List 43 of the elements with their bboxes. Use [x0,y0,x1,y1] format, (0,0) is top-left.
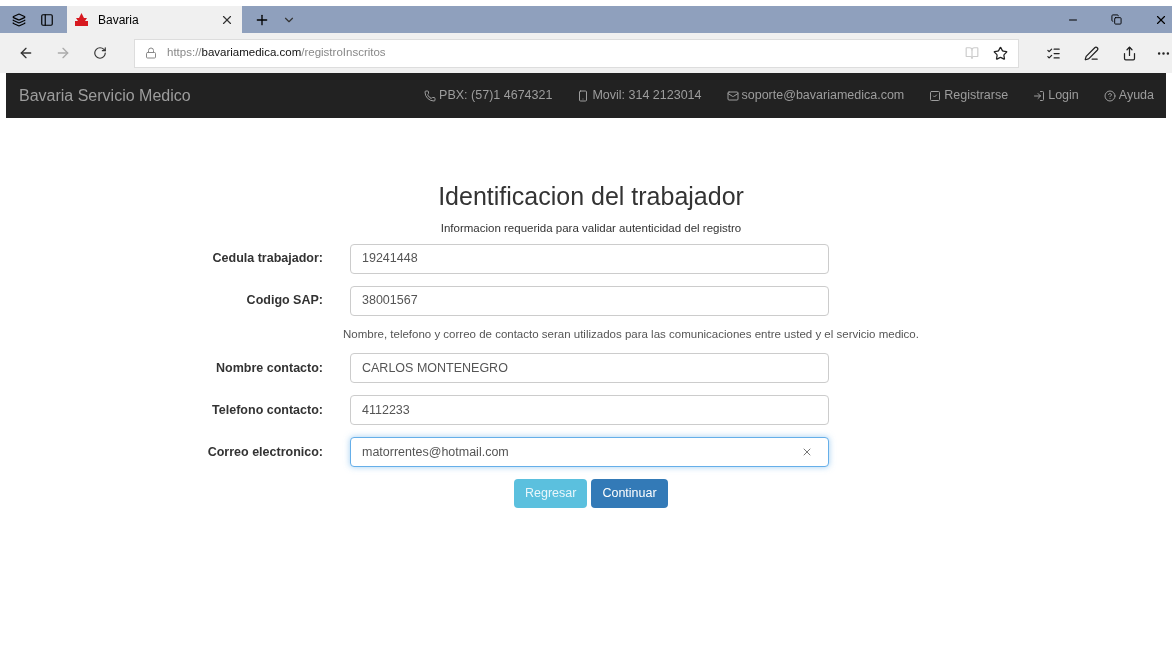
pen-icon[interactable] [1084,45,1099,61]
nav-link[interactable]: soporte@bavariamedica.com [726,86,905,105]
nav-link[interactable]: Ayuda [1103,86,1154,105]
star-icon[interactable] [993,45,1008,61]
tab-preview-icon[interactable] [40,12,54,27]
help-icon [1103,89,1116,102]
input-field[interactable]: 19241448 [350,243,829,274]
browser-tab[interactable]: Bavaria [67,6,242,33]
restore-icon[interactable] [1111,14,1122,25]
login-icon [1033,89,1046,102]
tab-title: Bavaria [98,11,140,29]
input-field[interactable]: matorrentes@hotmail.com [350,437,829,467]
lock-icon [145,47,157,59]
url-text: https://bavariamedica.com/registroInscritos [167,45,386,61]
envelope-icon [726,89,739,102]
form-title: Identificacion del trabajador [437,181,745,212]
checkbox-icon [929,89,942,102]
field-label: Cedula trabajador: [211,250,323,268]
logo-icon [75,13,88,26]
tabs-aside-icon[interactable] [12,12,26,27]
clear-icon[interactable] [801,446,813,458]
nav-link[interactable]: Registrarse [929,86,1009,105]
back-icon[interactable] [18,45,34,61]
share-icon[interactable] [1122,45,1137,61]
refresh-icon[interactable] [93,46,107,60]
field-label: Telefono contacto: [211,401,323,419]
input-field[interactable]: CARLOS MONTENEGRO [350,353,829,383]
nav-link[interactable]: PBX: (57)1 4674321 [424,86,553,105]
favorites-list-icon[interactable] [1046,45,1061,61]
nav-link[interactable]: Movil: 314 2123014 [577,86,702,105]
brand-link[interactable]: Bavaria Servicio Medico [19,83,191,108]
phone-icon [424,89,437,102]
address-bar[interactable]: https://bavariamedica.com/registroInscritos [134,38,1019,68]
continue-button[interactable]: Continuar [591,479,668,508]
input-field[interactable]: 4112233 [350,395,829,425]
field-label: Codigo SAP: [245,292,323,310]
field-label: Correo electronico: [206,443,323,461]
nav-link[interactable]: Login [1033,86,1079,105]
mobile-phone-icon [577,89,590,102]
form-subtitle: Informacion requerida para validar autenticidad del registro [439,220,743,236]
info-note: Nombre, telefono y correo de contacto seran utilizados para las comunicaciones entre usted y el servicio medico. [343,326,920,342]
input-field[interactable]: 38001567 [350,285,829,316]
field-label: Nombre contacto: [215,359,323,377]
